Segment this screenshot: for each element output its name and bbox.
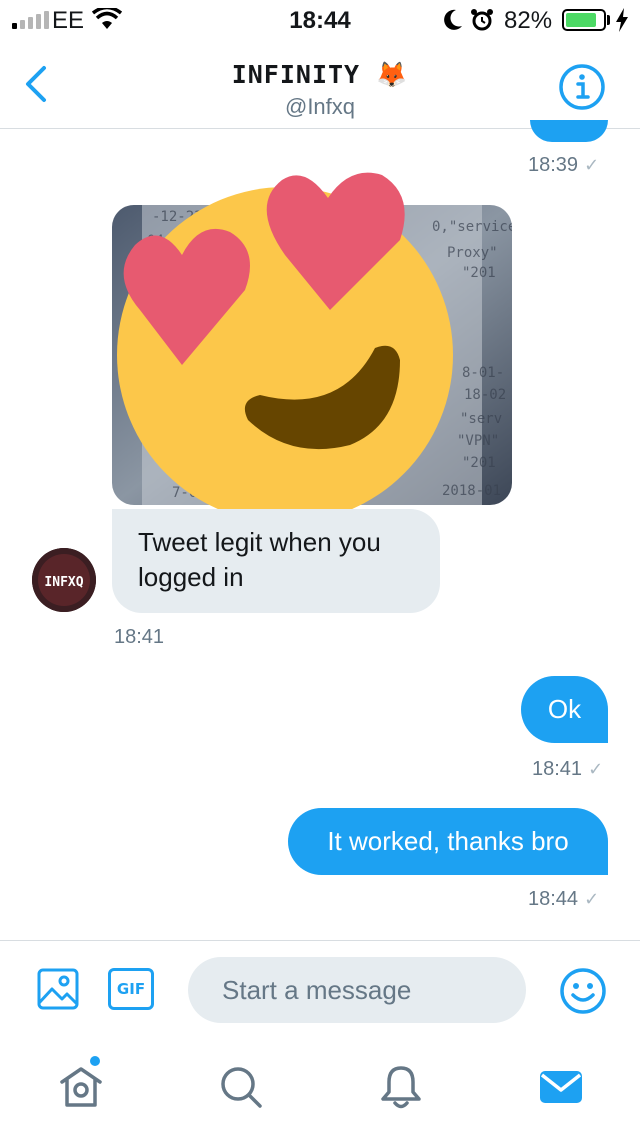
image-icon[interactable] <box>36 967 80 1011</box>
smiley-icon[interactable] <box>558 966 608 1016</box>
envelope-icon[interactable] <box>536 1062 586 1112</box>
conversation-handle: @Infxq <box>284 94 356 119</box>
read-check-icon: ✓ <box>588 759 604 779</box>
alarm-icon <box>471 9 493 31</box>
search-icon[interactable] <box>216 1062 266 1112</box>
message-composer: GIF <box>0 940 640 1040</box>
outgoing-message[interactable]: It worked, thanks bro <box>288 808 608 875</box>
message-timestamp: 18:44 ✓ <box>528 888 600 910</box>
battery-percent: 82% <box>504 7 553 34</box>
charging-icon <box>616 8 628 32</box>
message-timestamp: 18:41 <box>114 626 165 648</box>
avatar[interactable]: INFXQ <box>32 548 96 612</box>
home-icon[interactable] <box>56 1062 106 1112</box>
notification-dot <box>90 1056 100 1066</box>
status-bar: EE 18:44 82% <box>0 0 640 40</box>
info-icon[interactable] <box>557 62 607 112</box>
gif-button[interactable]: GIF <box>108 968 154 1010</box>
conversation-title: INFINITY 🦊 <box>231 60 409 89</box>
read-check-icon: ✓ <box>584 889 600 909</box>
read-check-icon: ✓ <box>584 155 600 175</box>
moon-icon <box>444 9 462 30</box>
conversation-header: INFINITY 🦊 @Infxq <box>0 40 640 129</box>
heart-eyes-emoji-sticker <box>117 172 453 523</box>
message-timestamp: 18:41 ✓ <box>532 758 604 780</box>
message-timestamp: 18:39 ✓ <box>528 154 600 176</box>
avatar-text: INFXQ <box>44 575 83 590</box>
battery-icon <box>562 9 606 31</box>
tab-bar <box>0 1040 640 1136</box>
previous-message-bubble[interactable] <box>530 120 608 142</box>
message-input[interactable] <box>188 957 526 1023</box>
outgoing-message[interactable]: Ok <box>521 676 608 743</box>
bell-icon[interactable] <box>376 1062 426 1112</box>
incoming-message[interactable]: Tweet legit when you logged in <box>112 509 440 613</box>
